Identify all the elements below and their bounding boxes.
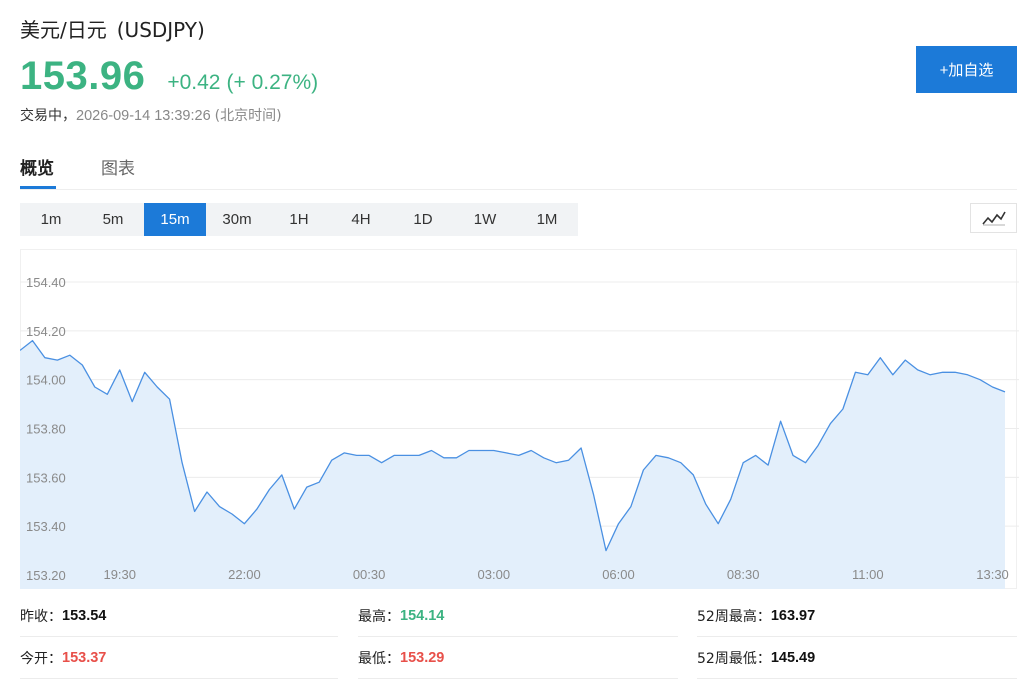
pair-title: 美元/日元 (USDJPY) bbox=[20, 14, 205, 43]
stat-prev-close-value: 153.54 bbox=[62, 608, 107, 624]
stat-open-value: 153.37 bbox=[62, 650, 107, 666]
trading-status: 交易中，2026-09-14 13:39:26 (北京时间) bbox=[20, 105, 282, 125]
interval-1w[interactable]: 1W bbox=[454, 203, 516, 236]
y-tick-label: 154.40 bbox=[26, 275, 66, 290]
x-tick-label: 06:00 bbox=[602, 567, 635, 582]
interval-1m[interactable]: 1m bbox=[20, 203, 82, 236]
stat-divider bbox=[358, 636, 678, 637]
stat-low-label: 最低： bbox=[358, 651, 400, 667]
active-tab-indicator bbox=[20, 186, 56, 189]
interval-1h[interactable]: 1H bbox=[268, 203, 330, 236]
x-tick-label: 13:30 bbox=[976, 567, 1009, 582]
stat-divider bbox=[20, 678, 338, 679]
price-chart-svg: 153.20 153.40 153.60 153.80 154.00 154.20 154.… bbox=[20, 275, 1019, 589]
pair-name: 美元/日元 bbox=[20, 18, 107, 42]
stat-prev-close: 昨收： 153.54 bbox=[20, 596, 106, 636]
tab-overview[interactable]: 概览 bbox=[20, 154, 54, 179]
interval-1mo[interactable]: 1M bbox=[516, 203, 578, 236]
y-tick-label: 153.80 bbox=[26, 422, 66, 437]
stat-52w-high: 52周最高： 163.97 bbox=[697, 596, 815, 636]
x-tick-label: 22:00 bbox=[228, 567, 261, 582]
stat-prev-close-label: 昨收： bbox=[20, 609, 62, 625]
y-tick-label: 153.20 bbox=[26, 568, 66, 583]
stat-52w-low: 52周最低： 145.49 bbox=[697, 638, 815, 678]
x-tick-label: 03:00 bbox=[478, 567, 511, 582]
y-tick-label: 153.40 bbox=[26, 519, 66, 534]
timestamp: 2026-09-14 13:39:26 bbox=[76, 108, 211, 124]
x-tick-label: 00:30 bbox=[353, 567, 386, 582]
interval-4h[interactable]: 4H bbox=[330, 203, 392, 236]
stat-52w-low-label: 52周最低： bbox=[697, 651, 771, 667]
interval-30m[interactable]: 30m bbox=[206, 203, 268, 236]
stat-divider bbox=[20, 636, 338, 637]
stat-high-label: 最高： bbox=[358, 609, 400, 625]
y-tick-label: 154.20 bbox=[26, 324, 66, 339]
y-tick-label: 154.00 bbox=[26, 373, 66, 388]
price-chart: 153.20 153.40 153.60 153.80 154.00 154.20 154.… bbox=[20, 249, 1019, 589]
stat-52w-high-value: 163.97 bbox=[770, 608, 816, 624]
stat-open: 今开： 153.37 bbox=[20, 638, 106, 678]
price-change: +0.42 bbox=[167, 71, 221, 94]
interval-selector: 1m 5m 15m 30m 1H 4H 1D 1W 1M bbox=[20, 203, 578, 236]
stat-divider bbox=[697, 678, 1017, 679]
price-change-percent: (+ 0.27%) bbox=[226, 71, 319, 94]
stat-low: 最低： 153.29 bbox=[358, 638, 444, 678]
x-tick-label: 11:00 bbox=[852, 567, 884, 582]
stat-divider bbox=[358, 678, 678, 679]
stat-high: 最高： 154.14 bbox=[358, 596, 444, 636]
line-chart-icon bbox=[981, 211, 1006, 226]
tab-bar: 概览 图表 bbox=[20, 150, 1017, 190]
y-tick-label: 153.60 bbox=[26, 470, 66, 485]
tab-chart[interactable]: 图表 bbox=[101, 154, 135, 179]
chart-type-button[interactable] bbox=[970, 203, 1017, 233]
add-watchlist-button[interactable]: +加自选 bbox=[916, 46, 1017, 93]
stat-52w-high-label: 52周最高： bbox=[697, 609, 771, 625]
stat-52w-low-value: 145.49 bbox=[770, 650, 816, 666]
price-area bbox=[20, 340, 1005, 589]
timezone: (北京时间) bbox=[214, 108, 282, 124]
stat-low-value: 153.29 bbox=[400, 650, 445, 666]
stat-divider bbox=[697, 636, 1017, 637]
interval-15m[interactable]: 15m bbox=[144, 203, 206, 236]
price-row: 153.96 +0.42 (+ 0.27%) bbox=[20, 54, 318, 98]
x-tick-label: 08:30 bbox=[727, 567, 760, 582]
stat-high-value: 154.14 bbox=[400, 608, 445, 624]
x-tick-label: 19:30 bbox=[103, 567, 136, 582]
stat-open-label: 今开： bbox=[20, 651, 62, 667]
current-price: 153.96 bbox=[20, 54, 146, 98]
interval-5m[interactable]: 5m bbox=[82, 203, 144, 236]
interval-1d[interactable]: 1D bbox=[392, 203, 454, 236]
pair-code: (USDJPY) bbox=[116, 18, 205, 42]
status-label: 交易中， bbox=[20, 108, 76, 124]
